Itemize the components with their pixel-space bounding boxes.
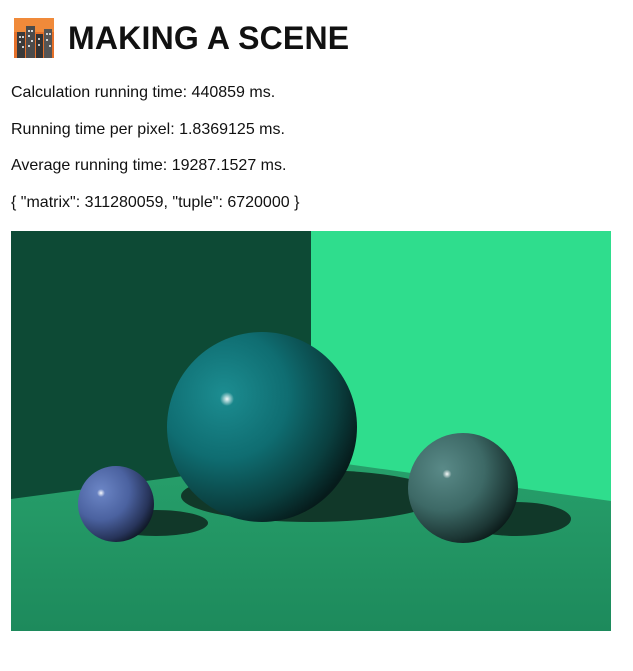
middle-sphere — [167, 332, 357, 522]
page-title: MAKING A SCENE — [68, 20, 350, 56]
raytraced-scene-image — [11, 231, 611, 631]
right-sphere-highlight — [442, 469, 452, 479]
left-sphere — [78, 466, 154, 542]
page-header: MAKING A SCENE — [14, 18, 349, 58]
right-sphere — [408, 433, 518, 543]
time-per-pixel-text: Running time per pixel: 1.8369125 ms. — [11, 121, 285, 138]
city-buildings-icon — [14, 18, 54, 58]
calculation-time-text: Calculation running time: 440859 ms. — [11, 84, 276, 101]
middle-sphere-highlight — [220, 392, 234, 406]
operation-counts-text: { "matrix": 311280059, "tuple": 6720000 … — [11, 194, 300, 211]
average-time-text: Average running time: 19287.1527 ms. — [11, 157, 287, 174]
left-sphere-highlight — [97, 489, 105, 497]
